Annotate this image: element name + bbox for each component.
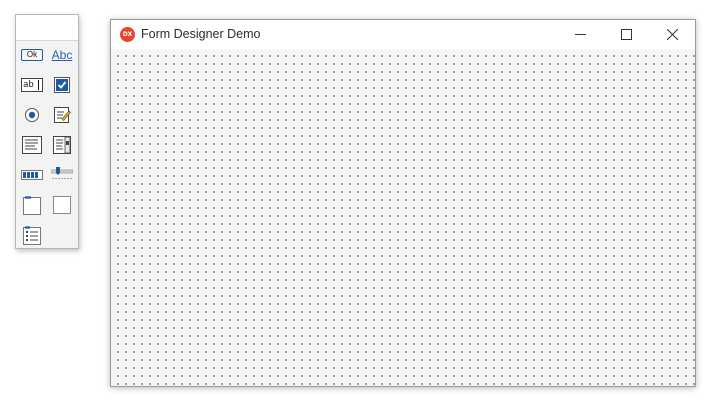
minimize-icon bbox=[574, 34, 586, 35]
edit-tool[interactable]: ab bbox=[19, 73, 45, 97]
window-title: Form Designer Demo bbox=[141, 27, 261, 41]
button-tool[interactable]: Ok bbox=[19, 43, 45, 67]
app-logo-icon: DX bbox=[120, 27, 135, 42]
trackbar-tool[interactable] bbox=[49, 161, 75, 185]
checkbox-checked-icon bbox=[54, 77, 70, 93]
combobox-tool[interactable] bbox=[49, 133, 75, 157]
edit-tool-label: ab bbox=[23, 80, 34, 90]
panel-tool[interactable] bbox=[49, 193, 75, 217]
checklist-tool[interactable] bbox=[19, 223, 45, 247]
minimize-button[interactable] bbox=[557, 20, 603, 49]
groupbox-icon bbox=[23, 195, 41, 215]
radio-button-icon bbox=[25, 108, 39, 122]
listbox-tool[interactable] bbox=[19, 133, 45, 157]
toolbox-palette: Ok Abc ab bbox=[15, 14, 79, 249]
label-tool[interactable]: Abc bbox=[49, 43, 75, 67]
form-design-surface[interactable] bbox=[111, 49, 695, 386]
radio-button-tool[interactable] bbox=[19, 103, 45, 127]
trackbar-icon bbox=[51, 167, 73, 179]
maximize-button[interactable] bbox=[603, 20, 649, 49]
memo-tool[interactable] bbox=[49, 103, 75, 127]
close-button[interactable] bbox=[649, 20, 695, 49]
groupbox-tool[interactable] bbox=[19, 193, 45, 217]
label-tool-text: Abc bbox=[51, 48, 73, 62]
text-cursor-icon bbox=[38, 80, 39, 90]
memo-edit-icon bbox=[54, 107, 71, 123]
edit-tool-text: ab bbox=[21, 78, 43, 92]
form-designer-window: DX Form Designer Demo bbox=[110, 19, 696, 387]
button-tool-label: Ok bbox=[21, 49, 43, 61]
close-icon bbox=[666, 29, 678, 40]
panel-icon bbox=[53, 196, 71, 214]
combobox-icon bbox=[53, 136, 71, 154]
progressbar-tool[interactable] bbox=[19, 163, 45, 187]
maximize-icon bbox=[620, 29, 632, 40]
toolbox-title-bar[interactable] bbox=[16, 15, 78, 41]
window-title-bar[interactable]: DX Form Designer Demo bbox=[111, 20, 695, 49]
progressbar-icon bbox=[21, 170, 43, 180]
checkbox-tool[interactable] bbox=[49, 73, 75, 97]
listbox-icon bbox=[22, 136, 42, 154]
checklist-icon bbox=[23, 225, 41, 245]
